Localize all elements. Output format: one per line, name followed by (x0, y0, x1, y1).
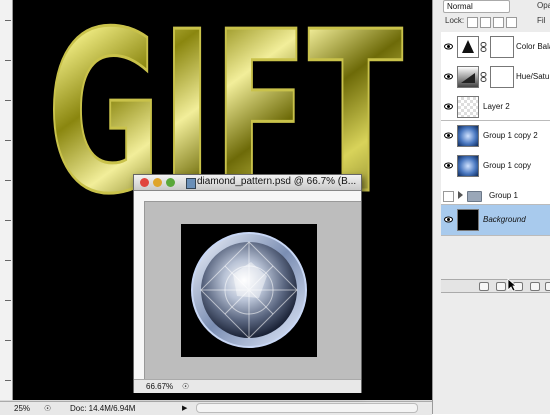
window-status-bar: 66.67% ☉ (134, 379, 361, 393)
hue-saturation-adjustment-icon (457, 66, 479, 88)
link-layers-icon[interactable] (479, 282, 489, 291)
opacity-label: Opaci (537, 1, 550, 10)
black-background-square (181, 224, 317, 357)
eye-icon[interactable] (444, 102, 453, 111)
window-title: diamond_pattern.psd @ 66.7% (B... (197, 176, 357, 187)
mouse-pointer-icon (507, 278, 517, 292)
horizontal-ruler[interactable] (144, 191, 361, 202)
layer-thumbnail (457, 209, 479, 231)
eye-icon[interactable] (444, 72, 453, 81)
link-icon[interactable] (480, 42, 487, 52)
diamond-document-window: diamond_pattern.psd @ 66.7% (B... 66.67%… (133, 174, 362, 393)
window-titlebar[interactable]: diamond_pattern.psd @ 66.7% (B... (134, 175, 361, 191)
layer-name: Hue/Satu (516, 72, 550, 81)
layer-name: Group 1 copy 2 (483, 131, 538, 140)
folder-icon (467, 191, 482, 202)
layer-name: Group 1 (489, 191, 518, 200)
layer-row[interactable]: Layer 2 (441, 92, 550, 121)
layer-name: Background (483, 215, 526, 224)
doc-size-info: Doc: 14.4M/6.94M (70, 404, 136, 413)
link-icon[interactable] (480, 72, 487, 82)
status-menu-arrow-icon[interactable]: ▶ (182, 402, 187, 415)
layer-thumbnail (457, 96, 479, 118)
zoom-level[interactable]: 66.67% (146, 380, 173, 393)
layer-row[interactable]: Background (441, 205, 550, 236)
lock-all-icon[interactable] (506, 17, 517, 28)
diamond-thumbnail (457, 155, 479, 177)
vertical-ruler[interactable] (0, 0, 13, 400)
layer-row[interactable]: Group 1 copy (441, 151, 550, 182)
vertical-ruler[interactable] (134, 201, 145, 379)
zoom-icon[interactable] (166, 178, 175, 187)
lock-transparency-icon[interactable] (467, 17, 478, 28)
layer-name: Layer 2 (483, 102, 510, 111)
close-icon[interactable] (140, 178, 149, 187)
diamond-canvas[interactable] (145, 202, 361, 379)
eye-icon[interactable] (444, 42, 453, 51)
color-balance-adjustment-icon (457, 36, 479, 58)
zoom-level[interactable]: 25% (14, 402, 30, 415)
layer-row[interactable]: Color Bala (441, 32, 550, 63)
layer-row[interactable]: Group 1 copy 2 (441, 121, 550, 152)
layer-mask-thumbnail[interactable] (490, 36, 514, 58)
status-icon[interactable]: ☉ (44, 402, 51, 415)
diamond-thumbnail (457, 125, 479, 147)
layer-name: Group 1 copy (483, 161, 532, 170)
new-group-icon[interactable] (545, 282, 550, 291)
layer-mask-thumbnail[interactable] (490, 66, 514, 88)
adjustment-layer-icon[interactable] (530, 282, 540, 291)
status-icon[interactable]: ☉ (182, 380, 189, 393)
eye-icon[interactable] (444, 161, 453, 170)
lock-pixels-icon[interactable] (480, 17, 491, 28)
diamond-image (191, 232, 307, 348)
fill-label: Fil (537, 16, 546, 25)
layer-name: Color Bala (516, 42, 550, 51)
eye-icon[interactable] (444, 215, 453, 224)
layer-row[interactable]: Hue/Satu (441, 62, 550, 93)
document-icon (186, 178, 196, 189)
horizontal-scrollbar[interactable] (196, 403, 418, 413)
blend-mode-select[interactable]: Normal (443, 0, 510, 13)
expand-triangle-icon[interactable] (458, 191, 463, 199)
lock-position-icon[interactable] (493, 17, 504, 28)
layers-panel-toolbar (441, 279, 550, 293)
minimize-icon[interactable] (153, 178, 162, 187)
eye-icon[interactable] (444, 131, 453, 140)
layers-panel: Normal Opaci Lock: Fil Color Bala Hue/Sa… (432, 0, 550, 414)
layer-group-row[interactable]: Group 1 (441, 181, 550, 205)
visibility-toggle[interactable] (443, 191, 454, 202)
layer-style-icon[interactable] (496, 282, 506, 291)
lock-label: Lock: (445, 16, 465, 25)
